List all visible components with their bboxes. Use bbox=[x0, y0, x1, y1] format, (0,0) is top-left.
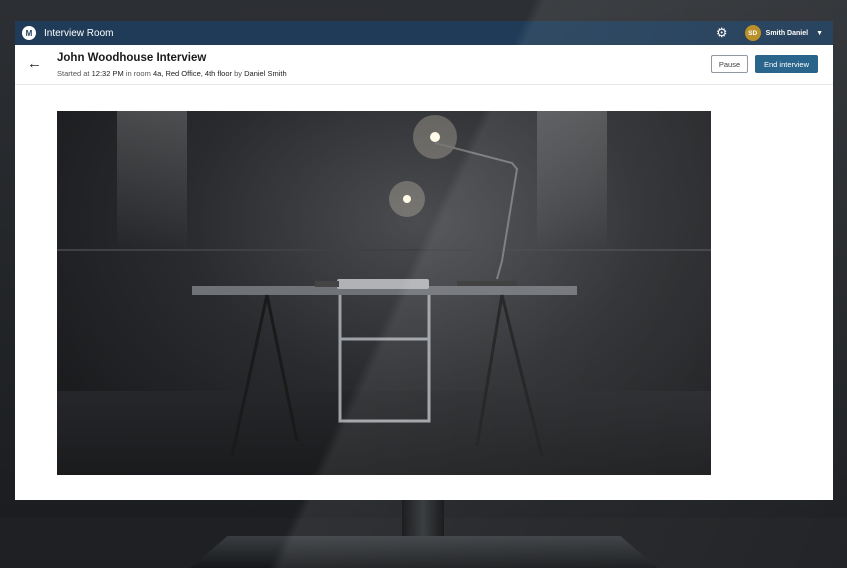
app-bar: M Interview Room ⚙ SD Smith Daniel ▼ bbox=[15, 21, 833, 45]
monitor-stand-base bbox=[190, 536, 658, 568]
avatar[interactable]: SD bbox=[744, 25, 761, 41]
desk-leg bbox=[230, 294, 269, 457]
interview-meta: Started at 12:32 PM in room 4a, Red Offi… bbox=[57, 69, 287, 78]
room-scene bbox=[192, 115, 577, 457]
screen: M Interview Room ⚙ SD Smith Daniel ▼ ← J… bbox=[15, 21, 833, 500]
video-feed bbox=[57, 111, 711, 475]
interviewer-name: Daniel Smith bbox=[244, 69, 287, 78]
logo-icon: M bbox=[22, 26, 36, 40]
page-header: ← John Woodhouse Interview Started at 12… bbox=[15, 45, 833, 85]
back-arrow-icon[interactable]: ← bbox=[27, 55, 42, 72]
desk-leg bbox=[265, 294, 299, 442]
lamp-light bbox=[403, 195, 411, 203]
started-label: Started at bbox=[57, 69, 90, 78]
lamp-light bbox=[430, 132, 440, 142]
desk-leg bbox=[500, 294, 544, 457]
lamp-arm bbox=[434, 142, 519, 280]
gear-icon[interactable]: ⚙ bbox=[713, 25, 731, 41]
end-interview-button[interactable]: End interview bbox=[755, 55, 818, 73]
pause-button[interactable]: Pause bbox=[711, 55, 748, 73]
app-title: Interview Room bbox=[44, 27, 114, 39]
desk-leg bbox=[475, 294, 504, 447]
page-title: John Woodhouse Interview bbox=[57, 52, 207, 64]
room-label: in room bbox=[125, 69, 151, 78]
user-name[interactable]: Smith Daniel bbox=[766, 30, 808, 37]
start-time: 12:32 PM bbox=[91, 69, 124, 78]
chevron-down-icon[interactable]: ▼ bbox=[816, 30, 823, 37]
room-name: 4a, Red Office, 4th floor bbox=[152, 69, 233, 78]
chair-back bbox=[337, 279, 429, 289]
chair-frame bbox=[338, 295, 431, 423]
desk-book bbox=[315, 281, 339, 287]
by-label: by bbox=[234, 69, 243, 78]
